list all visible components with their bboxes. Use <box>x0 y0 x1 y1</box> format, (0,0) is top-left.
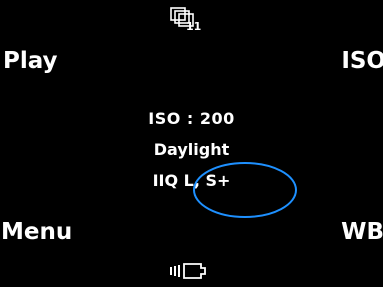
capture-format-status: IIQ L, S+ <box>152 171 231 190</box>
menu-softkey[interactable]: Menu <box>1 221 72 244</box>
white-balance-status: Daylight <box>153 140 230 159</box>
play-softkey[interactable]: Play <box>3 50 58 73</box>
white-balance-softkey[interactable]: WB <box>341 221 383 244</box>
battery-icon <box>170 263 206 279</box>
frames-remaining-count: 11 <box>186 20 202 33</box>
iso-softkey[interactable]: ISO <box>341 50 383 73</box>
iso-status: ISO : 200 <box>148 109 235 128</box>
